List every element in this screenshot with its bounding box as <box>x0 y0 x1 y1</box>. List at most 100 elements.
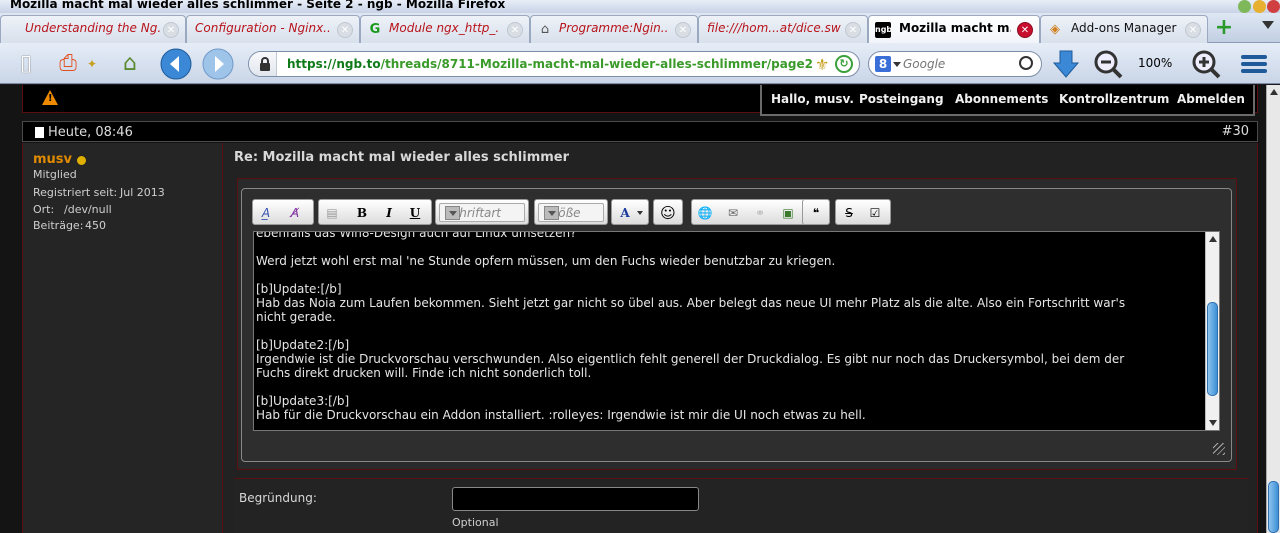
remove-format-icon[interactable]: A̲ <box>256 203 276 223</box>
registered-label: Registriert seit: <box>33 186 118 199</box>
chevron-down-icon[interactable] <box>893 62 901 67</box>
toolbar-group-color: A <box>611 199 649 225</box>
new-page-icon[interactable]: ▯ <box>10 48 42 80</box>
post-title: Re: Mozilla macht mal wieder alles schli… <box>234 150 570 165</box>
window-title: Mozilla macht mal wieder alles schlimmer… <box>10 0 506 11</box>
navigation-toolbar: ▯ ⎙ ✦ ⌂ https://ngb.to/threads/8711-Mozi… <box>0 43 1280 84</box>
download-icon[interactable] <box>1050 48 1082 80</box>
scroll-up-icon[interactable] <box>1270 89 1278 95</box>
tab-list-icon[interactable] <box>1262 21 1274 29</box>
scroll-up-icon[interactable] <box>1209 236 1217 242</box>
zoom-in-icon[interactable] <box>1190 48 1222 80</box>
message-text[interactable]: ebenfalls das Win8-Design auch auf Linux… <box>256 232 1201 422</box>
tab-label: Module ngx_http_... <box>389 21 499 35</box>
bookmark-star-icon[interactable]: ⚜ <box>815 55 829 74</box>
link-icon[interactable]: 🌐 <box>695 203 715 223</box>
underline-button[interactable]: U <box>405 203 425 223</box>
reason-input[interactable] <box>452 487 699 511</box>
switch-mode-icon[interactable]: A̸ <box>285 203 305 223</box>
page-scrollbar[interactable] <box>1266 85 1280 533</box>
username-link[interactable]: musv <box>33 152 72 167</box>
close-tab-icon[interactable]: ✕ <box>163 22 179 38</box>
close-tab-icon[interactable]: ✕ <box>507 22 523 38</box>
user-navigation: Hallo, musv. Posteingang Abonnements Kon… <box>760 85 1255 116</box>
lock-icon <box>257 56 273 72</box>
location-value: /dev/null <box>64 203 112 216</box>
wiki-icon: ⌂ <box>540 22 550 37</box>
textarea-scrollbar[interactable] <box>1205 232 1219 430</box>
scroll-down-icon[interactable] <box>1209 420 1217 426</box>
page-scroll-thumb[interactable] <box>1268 481 1279 533</box>
forward-icon[interactable] <box>202 48 234 80</box>
size-select[interactable]: Größe <box>538 203 604 222</box>
tab-label: Understanding the Ng... <box>25 21 161 35</box>
search-engine-icon[interactable]: 8 <box>875 56 891 72</box>
paste-icon[interactable]: ▤ <box>322 203 342 223</box>
tab-understanding-nginx[interactable]: Understanding the Ng... ✕ <box>0 15 186 43</box>
tab-module-ngx-http[interactable]: G Module ngx_http_... ✕ <box>360 15 530 43</box>
tab-mozilla-macht[interactable]: ngb Mozilla macht m... ✕ <box>868 15 1040 44</box>
maximize-button[interactable] <box>1253 0 1266 13</box>
url-bar[interactable]: https://ngb.to/threads/8711-Mozilla-mach… <box>248 51 860 77</box>
user-info-panel: musv Mitglied Registriert seit: Jul 2013… <box>23 143 223 533</box>
zoom-out-icon[interactable] <box>1092 48 1124 80</box>
warning-icon[interactable]: ! <box>42 90 58 105</box>
quote-icon[interactable]: ❝ <box>806 203 826 223</box>
print-icon[interactable]: ⎙ <box>52 48 84 80</box>
url-text[interactable]: https://ngb.to/threads/8711-Mozilla-mach… <box>287 57 813 71</box>
unlink-icon[interactable]: ⚭ <box>750 203 770 223</box>
toolbar-group-font: Schriftart <box>435 199 529 225</box>
back-icon[interactable] <box>160 48 192 80</box>
post-date: Heute, 08:46 <box>48 125 133 140</box>
toolbar-group-quote: ❝ <box>802 199 830 225</box>
post-body: musv Mitglied Registriert seit: Jul 2013… <box>22 143 1258 533</box>
email-link-icon[interactable]: ✉ <box>723 203 743 223</box>
subscriptions-link[interactable]: Abonnements <box>955 92 1048 106</box>
tab-dice-swf[interactable]: file:///hom...at/dice.swf ✕ <box>698 15 868 43</box>
minimize-button[interactable] <box>1238 0 1251 13</box>
bold-button[interactable]: B <box>352 203 372 223</box>
puzzle-icon: ◈ <box>1050 22 1060 37</box>
message-textarea[interactable]: ebenfalls das Win8-Design auch auf Linux… <box>253 231 1220 431</box>
post-document-icon <box>35 127 44 138</box>
edit-reason-row: Begründung: Optional <box>234 478 1249 533</box>
tab-label: Add-ons Manager <box>1071 21 1177 35</box>
chevron-down-icon[interactable] <box>544 206 559 220</box>
close-tab-icon[interactable]: ✕ <box>675 22 691 38</box>
resize-handle-icon[interactable] <box>1213 443 1225 455</box>
tab-addons-manager[interactable]: ◈ Add-ons Manager ✕ <box>1040 15 1208 43</box>
tab-programme-nginx[interactable]: ⌂ Programme:Ngin... ✕ <box>530 15 698 43</box>
new-tab-icon[interactable]: + <box>1212 17 1236 41</box>
search-icon[interactable] <box>1019 56 1033 70</box>
post-number-link[interactable]: #30 <box>1222 124 1249 139</box>
image-icon[interactable]: ▣ <box>778 203 798 223</box>
bookmark-star-small-icon[interactable]: ✦ <box>84 48 100 80</box>
reload-go-icon[interactable]: ↻ <box>835 55 853 73</box>
italic-button[interactable]: I <box>379 203 399 223</box>
chevron-down-icon[interactable] <box>445 206 460 220</box>
tab-configuration-nginx[interactable]: Configuration - Nginx... ✕ <box>186 15 360 43</box>
inbox-link[interactable]: Posteingang <box>859 92 944 106</box>
close-tab-icon[interactable]: ✕ <box>845 22 861 38</box>
textarea-scroll-thumb[interactable] <box>1207 302 1218 396</box>
smiley-icon[interactable]: ☺ <box>658 203 678 223</box>
search-bar[interactable]: 8 <box>868 51 1042 77</box>
close-tab-icon[interactable]: ✕ <box>1185 22 1201 38</box>
home-icon[interactable]: ⌂ <box>114 48 146 80</box>
zoom-level[interactable]: 100% <box>1138 56 1172 70</box>
close-window-button[interactable] <box>1267 0 1280 13</box>
close-tab-icon[interactable]: ✕ <box>1017 22 1033 38</box>
search-input[interactable] <box>903 56 1013 72</box>
strikethrough-button[interactable]: S <box>839 203 859 223</box>
menu-icon[interactable] <box>1238 48 1270 80</box>
control-panel-link[interactable]: Kontrollzentrum <box>1059 92 1169 106</box>
text-color-icon[interactable]: A <box>615 203 635 223</box>
ngb-icon: ngb <box>875 22 892 38</box>
font-select[interactable]: Schriftart <box>439 203 525 222</box>
chevron-down-icon[interactable] <box>637 211 643 215</box>
greeting-link[interactable]: Hallo, musv. <box>771 92 854 106</box>
close-tab-icon[interactable]: ✕ <box>337 22 353 38</box>
more-options-icon[interactable]: ☑ <box>865 203 885 223</box>
post-header: Heute, 08:46 #30 <box>22 121 1258 142</box>
logout-link[interactable]: Abmelden <box>1177 92 1245 106</box>
